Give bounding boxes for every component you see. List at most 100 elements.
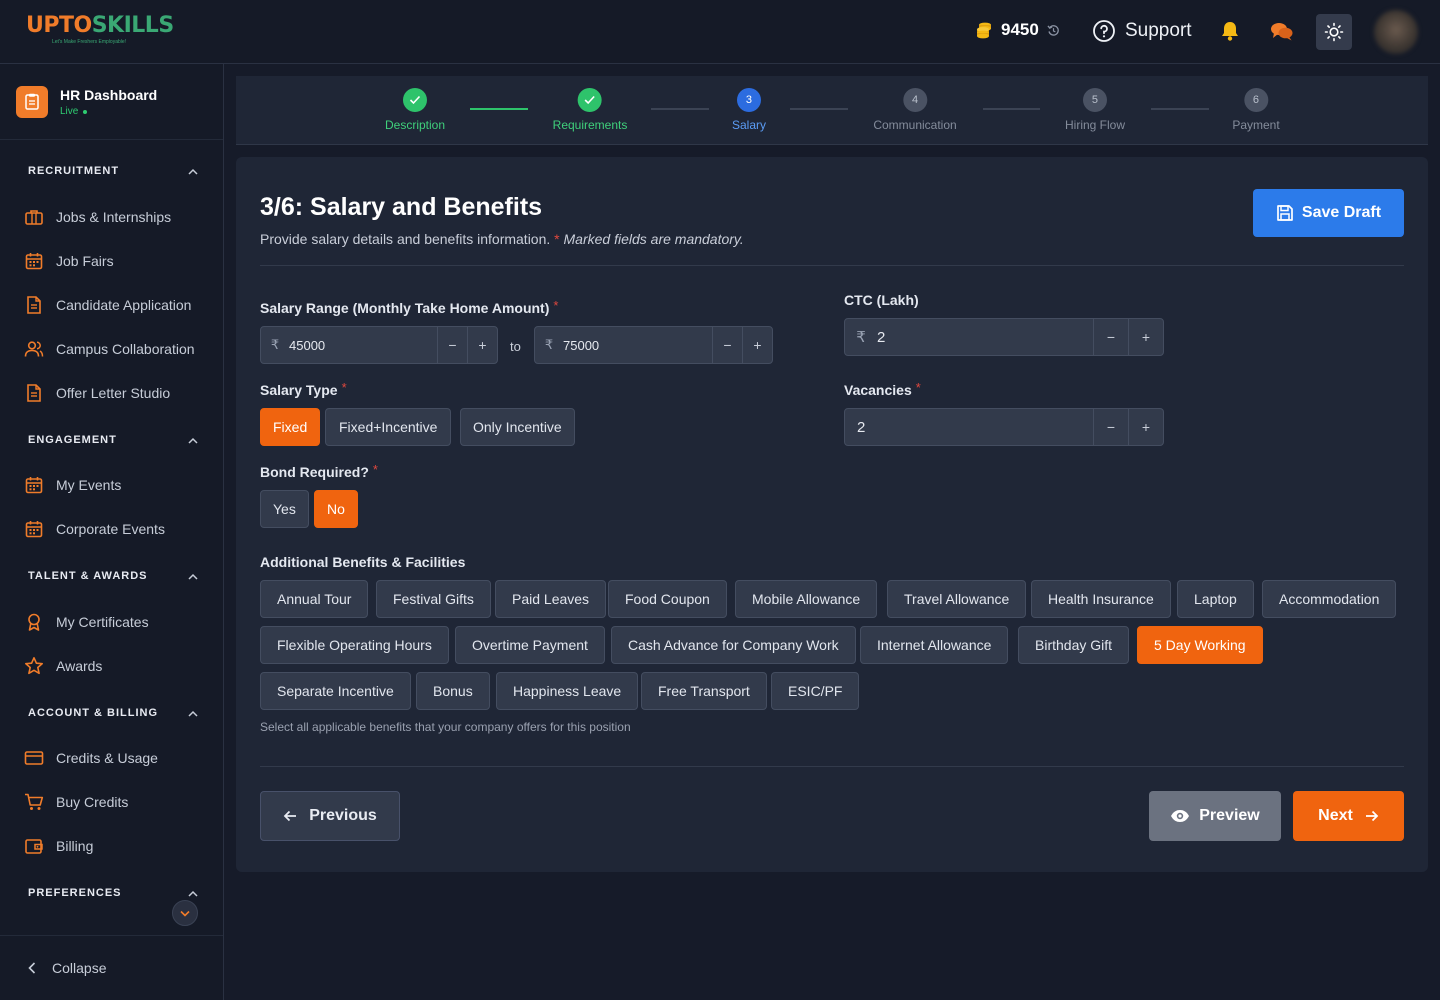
preview-button[interactable]: Preview — [1149, 791, 1281, 841]
sidebar-item-offer-letter-studio[interactable]: Offer Letter Studio — [24, 383, 170, 403]
sidebar-item-credits-usage[interactable]: Credits & Usage — [24, 748, 158, 768]
vacancies-increment-button[interactable]: + — [1128, 409, 1163, 445]
benefit-chip[interactable]: Mobile Allowance — [735, 580, 878, 618]
section-account-billing-header[interactable]: ACCOUNT & BILLING — [28, 707, 198, 719]
hr-dashboard-link[interactable]: HR Dashboard Live — [16, 86, 157, 118]
salary-max-decrement-button[interactable]: − — [712, 327, 742, 363]
vacancies-value[interactable]: 2 — [845, 409, 1093, 445]
ctc-decrement-button[interactable]: − — [1093, 319, 1128, 355]
sidebar-item-billing[interactable]: Billing — [24, 836, 93, 856]
section-engagement-header[interactable]: ENGAGEMENT — [28, 434, 198, 446]
salary-type-fixed-option[interactable]: Fixed — [260, 408, 321, 446]
benefit-chip[interactable]: Birthday Gift — [1018, 626, 1130, 664]
step-payment[interactable]: 6 Payment — [1232, 88, 1280, 132]
benefit-chip[interactable]: Food Coupon — [608, 580, 727, 618]
benefit-chip-selected[interactable]: 5 Day Working — [1137, 626, 1263, 664]
salary-min-decrement-button[interactable]: − — [437, 327, 467, 363]
mandatory-note: Marked fields are mandatory. — [563, 231, 744, 247]
step-description[interactable]: Description — [385, 88, 445, 132]
step-hiring-flow[interactable]: 5 Hiring Flow — [1065, 88, 1125, 132]
sidebar-divider — [0, 139, 223, 140]
benefit-chip[interactable]: Cash Advance for Company Work — [611, 626, 856, 664]
sidebar-item-my-certificates[interactable]: My Certificates — [24, 612, 149, 632]
bond-yes-option[interactable]: Yes — [260, 490, 309, 528]
sidebar: HR Dashboard Live RECRUITMENT Jobs & Int… — [0, 64, 224, 1000]
sidebar-item-label: Offer Letter Studio — [56, 385, 171, 401]
bond-no-option[interactable]: No — [314, 490, 358, 528]
step-number: 5 — [1082, 88, 1107, 112]
salary-min-input[interactable]: ₹ 45000 − + — [260, 326, 498, 364]
benefit-chip[interactable]: Separate Incentive — [260, 672, 411, 710]
benefit-chip[interactable]: Annual Tour — [260, 580, 369, 618]
credits-indicator[interactable]: 9450 — [975, 20, 1060, 40]
sidebar-item-campus-collaboration[interactable]: Campus Collaboration — [24, 339, 195, 359]
collapse-sidebar-button[interactable]: Collapse — [28, 960, 106, 976]
theme-toggle-button[interactable] — [1316, 14, 1352, 50]
salary-max-value[interactable]: 75000 — [563, 327, 712, 363]
notifications-bell-icon[interactable] — [1219, 20, 1241, 47]
vacancies-decrement-button[interactable]: − — [1093, 409, 1128, 445]
live-status-label: Live — [60, 106, 79, 117]
section-recruitment-header[interactable]: RECRUITMENT — [28, 165, 198, 177]
benefit-chip[interactable]: Travel Allowance — [887, 580, 1027, 618]
support-link[interactable]: Support — [1092, 19, 1192, 43]
sidebar-item-candidate-application[interactable]: Candidate Application — [24, 295, 191, 315]
sidebar-item-awards[interactable]: Awards — [24, 656, 102, 676]
sidebar-item-jobs-internships[interactable]: Jobs & Internships — [24, 207, 171, 227]
benefit-chip[interactable]: Festival Gifts — [376, 580, 491, 618]
messages-chat-icon[interactable] — [1270, 21, 1294, 48]
refresh-history-icon[interactable] — [1047, 24, 1060, 37]
uptoskills-logo[interactable]: UPTOSKILLS Let's Make Freshers Employabl… — [26, 14, 174, 46]
step-connector — [651, 108, 709, 110]
users-icon — [24, 341, 44, 357]
save-draft-button[interactable]: Save Draft — [1253, 189, 1404, 237]
sidebar-item-my-events[interactable]: My Events — [24, 475, 121, 495]
step-requirements[interactable]: Requirements — [553, 88, 627, 132]
benefit-chip[interactable]: Happiness Leave — [496, 672, 639, 710]
arrow-left-icon — [283, 810, 297, 822]
section-preferences-header[interactable]: PREFERENCES — [28, 887, 198, 899]
sidebar-item-job-fairs[interactable]: Job Fairs — [24, 251, 114, 271]
required-asterisk: * — [915, 380, 921, 395]
sidebar-item-buy-credits[interactable]: Buy Credits — [24, 792, 128, 812]
ctc-input[interactable]: ₹ 2 − + — [844, 318, 1164, 356]
step-label: Description — [384, 118, 446, 132]
collapse-label: Collapse — [52, 960, 107, 976]
step-salary[interactable]: 3 Salary — [732, 88, 766, 132]
vacancies-input[interactable]: 2 − + — [844, 408, 1164, 446]
salary-max-increment-button[interactable]: + — [742, 327, 772, 363]
salary-type-only-incentive-option[interactable]: Only Incentive — [460, 408, 575, 446]
benefit-chip[interactable]: Internet Allowance — [860, 626, 1009, 664]
benefit-chip[interactable]: Health Insurance — [1031, 580, 1171, 618]
sidebar-item-label: Candidate Application — [56, 297, 192, 313]
salary-max-input[interactable]: ₹ 75000 − + — [534, 326, 773, 364]
benefit-chip[interactable]: Flexible Operating Hours — [260, 626, 449, 664]
rupee-icon: ₹ — [544, 337, 554, 352]
sidebar-item-corporate-events[interactable]: Corporate Events — [24, 519, 165, 539]
salary-type-fixed-incentive-option[interactable]: Fixed+Incentive — [325, 408, 452, 446]
award-ribbon-icon — [28, 613, 40, 631]
live-status: Live — [60, 106, 157, 117]
section-title: ENGAGEMENT — [28, 434, 117, 446]
ctc-increment-button[interactable]: + — [1128, 319, 1163, 355]
salary-range-label: Salary Range (Monthly Take Home Amount) * — [260, 298, 558, 316]
benefit-chip[interactable]: ESIC/PF — [771, 672, 860, 710]
arrow-right-icon — [1365, 810, 1379, 822]
salary-min-increment-button[interactable]: + — [467, 327, 497, 363]
benefit-chip[interactable]: Bonus — [416, 672, 490, 710]
benefit-chip[interactable]: Paid Leaves — [495, 580, 607, 618]
ctc-value[interactable]: 2 — [877, 319, 1093, 355]
benefit-chip[interactable]: Accommodation — [1262, 580, 1397, 618]
user-avatar[interactable] — [1374, 10, 1418, 54]
benefit-chip[interactable]: Free Transport — [641, 672, 767, 710]
sidebar-item-label: My Certificates — [56, 614, 149, 630]
benefit-chip[interactable]: Overtime Payment — [455, 626, 605, 664]
salary-min-value[interactable]: 45000 — [289, 327, 437, 363]
benefit-chip[interactable]: Laptop — [1177, 580, 1254, 618]
previous-button[interactable]: Previous — [260, 791, 400, 841]
scroll-down-button[interactable] — [172, 900, 198, 926]
range-to-label: to — [510, 339, 521, 354]
step-communication[interactable]: 4 Communication — [873, 88, 957, 132]
next-button[interactable]: Next — [1293, 791, 1404, 841]
section-talent-awards-header[interactable]: TALENT & AWARDS — [28, 570, 198, 582]
